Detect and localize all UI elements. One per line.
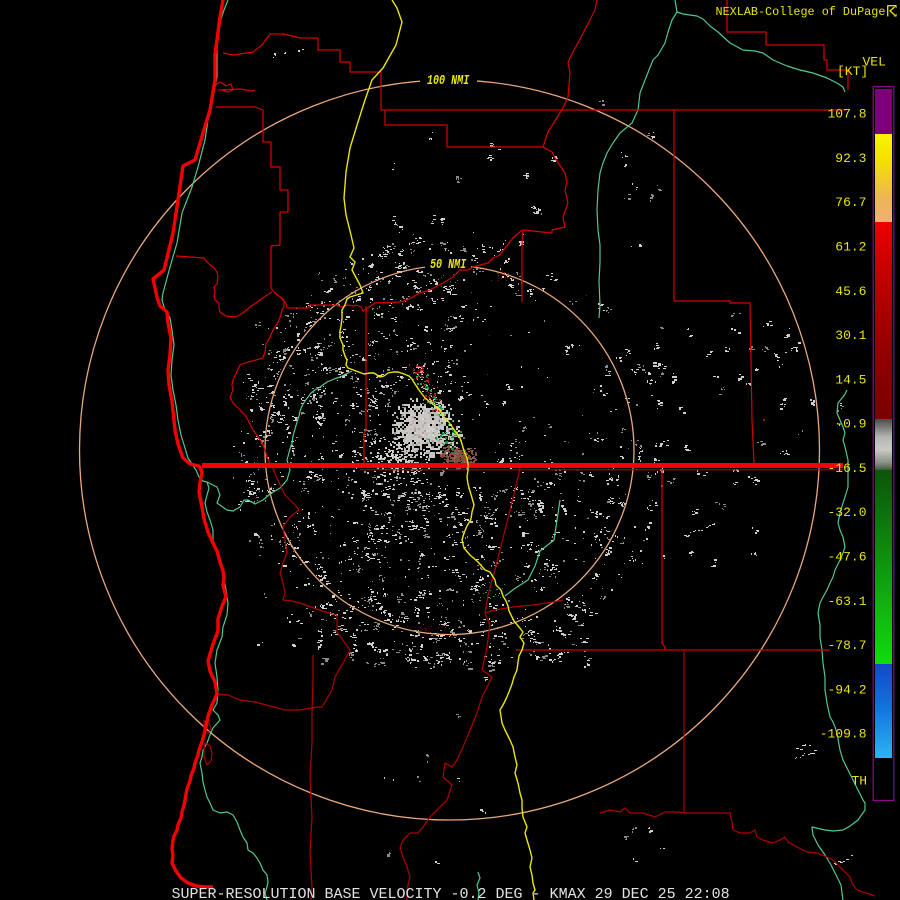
svg-text:NEXLAB-College of DuPage: NEXLAB-College of DuPage (716, 5, 886, 19)
svg-text:-94.2: -94.2 (827, 682, 866, 697)
svg-text:-0.9: -0.9 (835, 417, 866, 432)
svg-text:107.8: 107.8 (827, 107, 866, 122)
svg-text:[KT]: [KT] (837, 64, 868, 79)
svg-text:76.7: 76.7 (835, 195, 866, 210)
svg-text:-16.5: -16.5 (827, 461, 866, 476)
svg-text:100 NMI: 100 NMI (427, 73, 470, 89)
svg-text:-47.6: -47.6 (827, 550, 866, 565)
svg-text:14.5: 14.5 (835, 372, 866, 387)
svg-text:30.1: 30.1 (835, 328, 866, 343)
svg-text:-63.1: -63.1 (827, 594, 866, 609)
svg-text:SUPER-RESOLUTION BASE VELOCITY: SUPER-RESOLUTION BASE VELOCITY -0.2 DEG … (172, 886, 730, 900)
svg-text:61.2: 61.2 (835, 240, 866, 255)
svg-text:92.3: 92.3 (835, 151, 866, 166)
svg-text:-109.8: -109.8 (820, 727, 867, 742)
svg-text:-78.7: -78.7 (827, 638, 866, 653)
svg-text:50 NMI: 50 NMI (430, 257, 467, 273)
svg-text:TH: TH (852, 774, 868, 789)
svg-text:-32.0: -32.0 (827, 505, 866, 520)
svg-text:45.6: 45.6 (835, 284, 866, 299)
